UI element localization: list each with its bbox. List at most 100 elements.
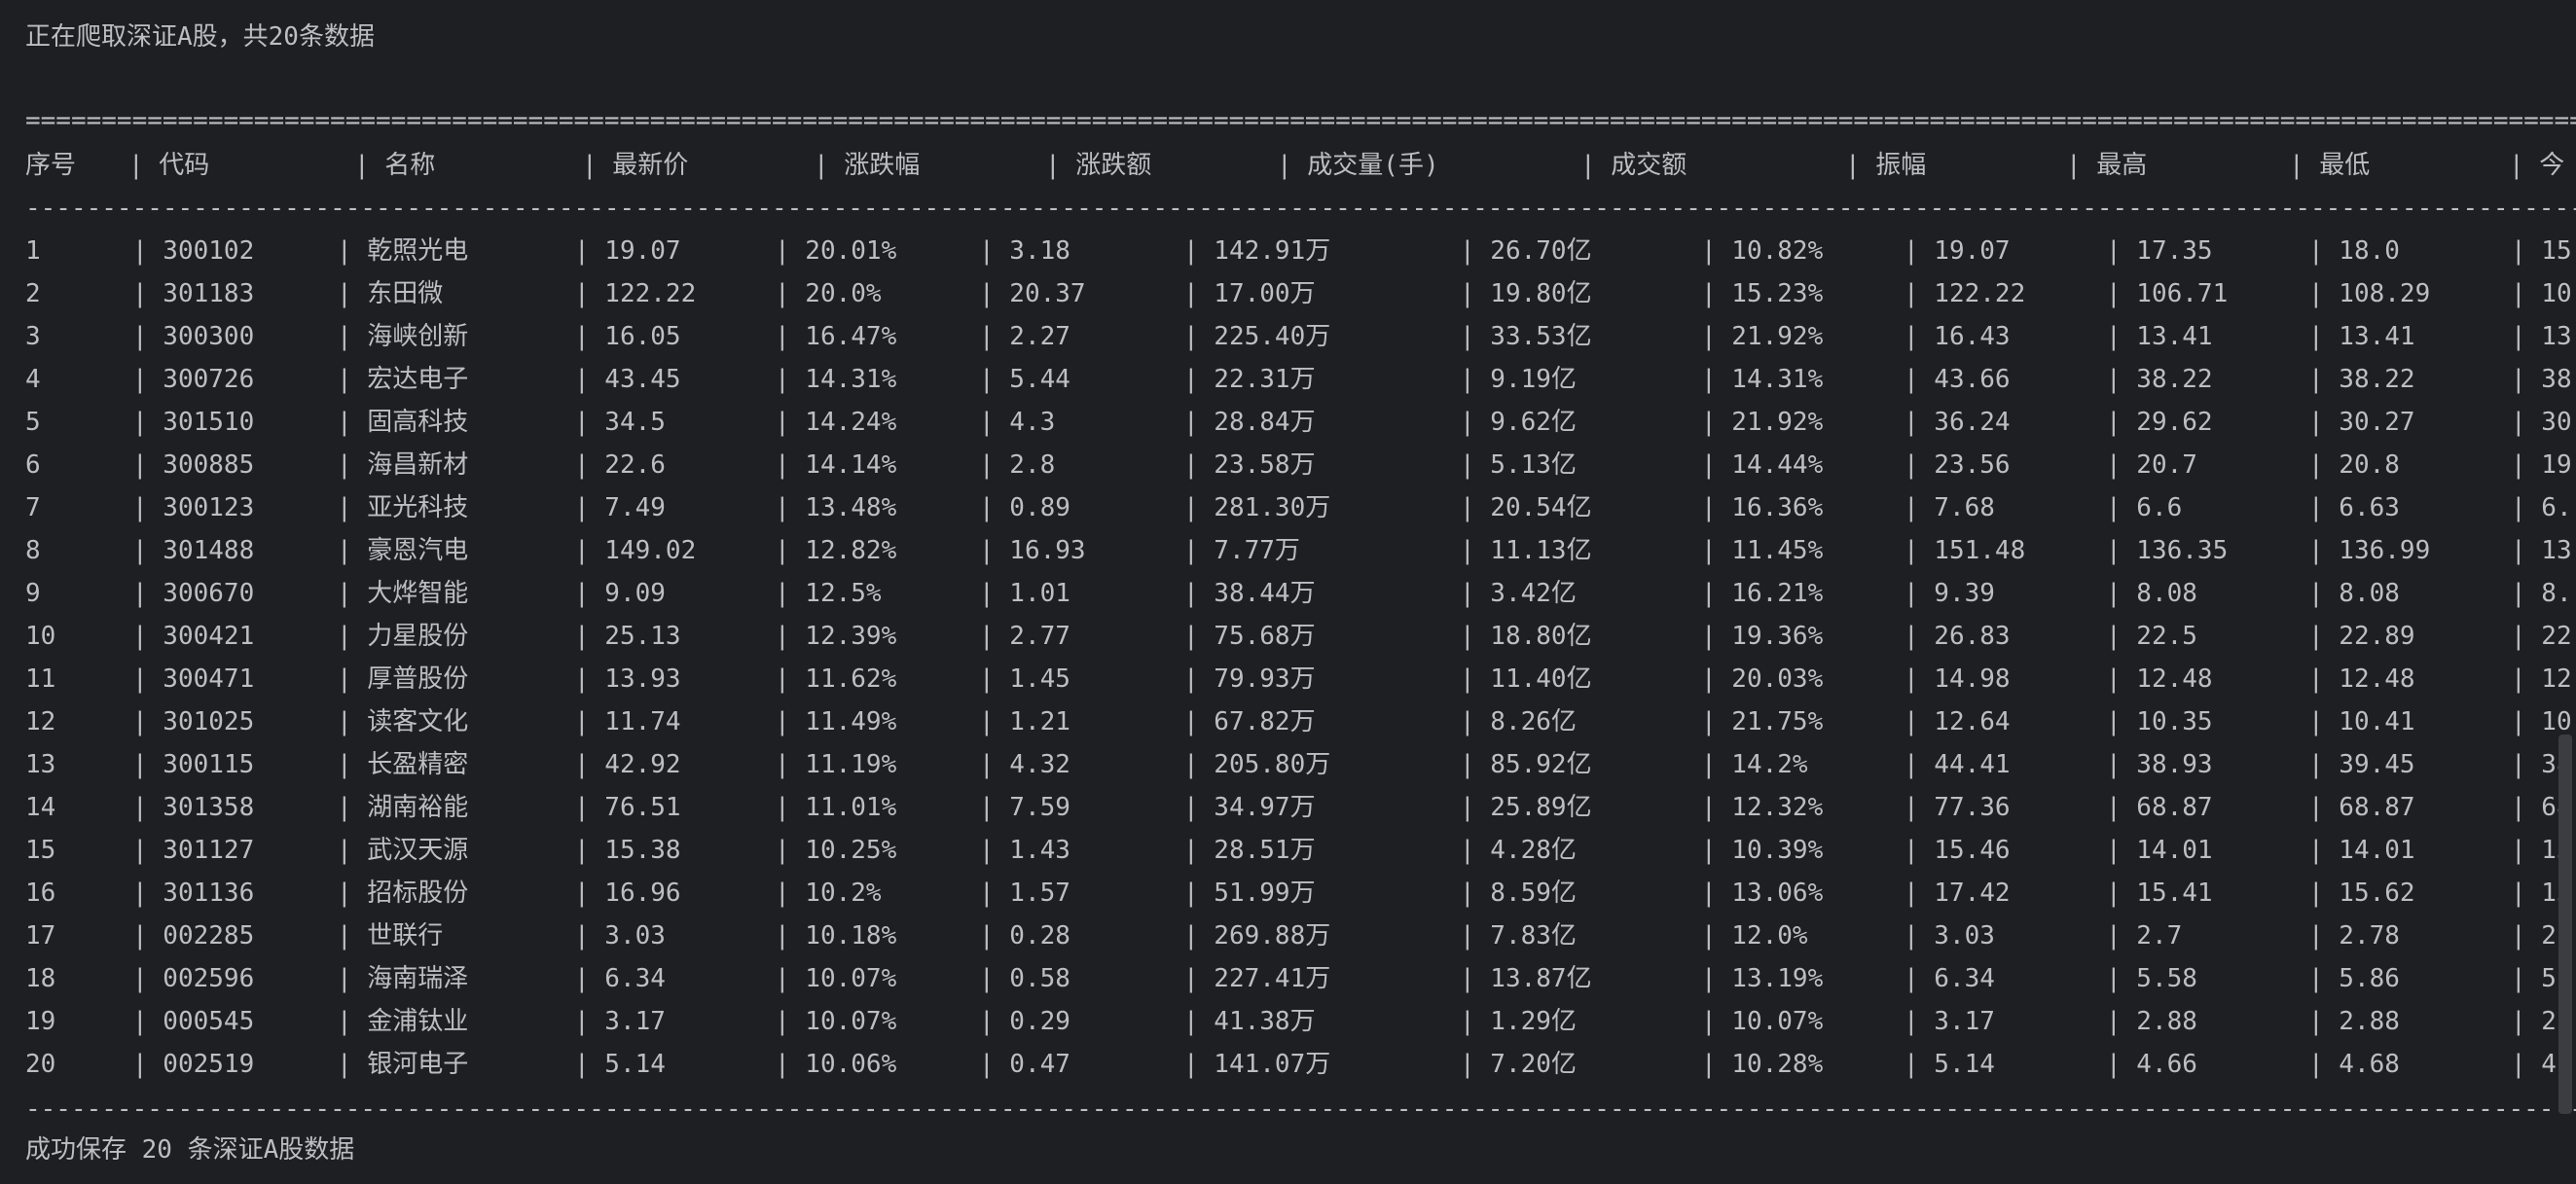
row-cell: | 67.82万 (1183, 707, 1316, 736)
row-cell: | 豪恩汽电 (337, 536, 469, 565)
row-cell: 1 (25, 236, 41, 266)
row-cell: | 11.45% (1701, 536, 1824, 565)
row-cell: | 武汉天源 (337, 836, 469, 865)
row-cell: | 122.22 (1904, 279, 2026, 308)
row-cell: | 34.5 (574, 408, 666, 437)
row-cell: 4 (25, 365, 41, 394)
row-cell: | 14.24% (775, 408, 897, 437)
row-cell: | 亚光科技 (337, 493, 469, 522)
row-cell: | 20.54亿 (1460, 493, 1592, 522)
row-cell: | 15.62 (2308, 879, 2415, 908)
row-cell: | 136.35 (2106, 536, 2229, 565)
row-cell: | 18.80亿 (1460, 622, 1592, 651)
row-cell: | 300115 (132, 750, 255, 779)
row-cell: | 18.0 (2308, 236, 2400, 266)
row-cell: | 7.68 (1904, 493, 1995, 522)
row-cell: | 151.48 (1904, 536, 2026, 565)
row-cell: | 11.40亿 (1460, 664, 1592, 694)
row-cell: | 10.28% (1701, 1050, 1824, 1079)
row-cell: 20 (25, 1050, 56, 1079)
header-cell: | 最新价 (582, 151, 689, 180)
row-cell: | 12.32% (1701, 793, 1824, 822)
equals-separator: ========================================… (25, 106, 2576, 135)
row-cell: | 10.07% (775, 1007, 897, 1036)
row-cell: | 14.31% (775, 365, 897, 394)
row-cell: | 10.35 (2106, 707, 2213, 736)
row-cell: | 8.08 (2106, 579, 2197, 608)
row-cell: | 海峡创新 (337, 322, 469, 351)
row-cell: 14 (25, 793, 56, 822)
row-cell: | 14.14% (775, 450, 897, 480)
row-cell: | 8.59亿 (1460, 879, 1577, 908)
row-cell: | 301510 (132, 408, 255, 437)
intro-line: 正在爬取深证A股，共20条数据 (25, 22, 375, 52)
vertical-scrollbar[interactable] (2558, 735, 2572, 1114)
header-cell: | 最高 (2066, 151, 2148, 180)
row-cell: | 300726 (132, 365, 255, 394)
row-cell: | 23.58万 (1183, 450, 1316, 480)
row-cell: | 21.92% (1701, 322, 1824, 351)
row-cell: | 世联行 (337, 921, 444, 951)
row-cell: | 20.37 (979, 279, 1086, 308)
row-cell: | 42.92 (574, 750, 681, 779)
row-cell: | 8. (2511, 579, 2572, 608)
row-cell: | 225.40万 (1183, 322, 1331, 351)
row-cell: | 19.07 (574, 236, 681, 266)
row-cell: | 39.45 (2308, 750, 2415, 779)
row-cell: | 13.41 (2308, 322, 2415, 351)
row-cell: | 22.5 (2106, 622, 2197, 651)
row-cell: | 38.22 (2308, 365, 2415, 394)
row-cell: | 3.42亿 (1460, 579, 1577, 608)
row-cell: | 9.62亿 (1460, 408, 1577, 437)
row-cell: | 7.77万 (1183, 536, 1300, 565)
row-cell: | 4.28亿 (1460, 836, 1577, 865)
row-cell: | 300102 (132, 236, 255, 266)
row-cell: 5 (25, 408, 41, 437)
header-cell: | 代码 (128, 151, 210, 180)
row-cell: | 1.45 (979, 664, 1070, 694)
row-cell: | 43.66 (1904, 365, 2011, 394)
row-cell: | 5.44 (979, 365, 1070, 394)
row-cell: 11 (25, 664, 56, 694)
row-cell: | 11.01% (775, 793, 897, 822)
row-cell: | 38 (2511, 365, 2572, 394)
row-cell: | 28.84万 (1183, 408, 1316, 437)
row-cell: | 7.20亿 (1460, 1050, 1577, 1079)
row-cell: 13 (25, 750, 56, 779)
row-cell: | 9.09 (574, 579, 666, 608)
row-cell: | 300300 (132, 322, 255, 351)
row-cell: | 136.99 (2308, 536, 2431, 565)
row-cell: 16 (25, 879, 56, 908)
row-cell: | 19.36% (1701, 622, 1824, 651)
row-cell: 15 (25, 836, 56, 865)
row-cell: | 10.06% (775, 1050, 897, 1079)
row-cell: | 12.48 (2106, 664, 2213, 694)
row-cell: | 宏达电子 (337, 365, 469, 394)
row-cell: | 300421 (132, 622, 255, 651)
row-cell: | 002285 (132, 921, 255, 951)
row-cell: | 10.18% (775, 921, 897, 951)
dash-separator-top: ----------------------------------------… (25, 194, 2576, 223)
row-cell: | 3.03 (574, 921, 666, 951)
row-cell: | 30.27 (2308, 408, 2415, 437)
row-cell: | 301488 (132, 536, 255, 565)
row-cell: | 16.05 (574, 322, 681, 351)
row-cell: | 68.87 (2106, 793, 2213, 822)
row-cell: | 20.7 (2106, 450, 2197, 480)
row-cell: | 4.68 (2308, 1050, 2400, 1079)
row-cell: | 10.2% (775, 879, 882, 908)
row-cell: 2 (25, 279, 41, 308)
row-cell: | 002519 (132, 1050, 255, 1079)
row-cell: | 东田微 (337, 279, 444, 308)
row-cell: | 5.14 (574, 1050, 666, 1079)
row-cell: | 8.08 (2308, 579, 2400, 608)
row-cell: | 301025 (132, 707, 255, 736)
row-cell: | 26.83 (1904, 622, 2011, 651)
row-cell: | 6.34 (574, 964, 666, 993)
row-cell: | 269.88万 (1183, 921, 1331, 951)
row-cell: | 17.42 (1904, 879, 2011, 908)
row-cell: | 15.23% (1701, 279, 1824, 308)
row-cell: | 20.0% (775, 279, 882, 308)
row-cell: | 106.71 (2106, 279, 2229, 308)
row-cell: | 2.78 (2308, 921, 2400, 951)
